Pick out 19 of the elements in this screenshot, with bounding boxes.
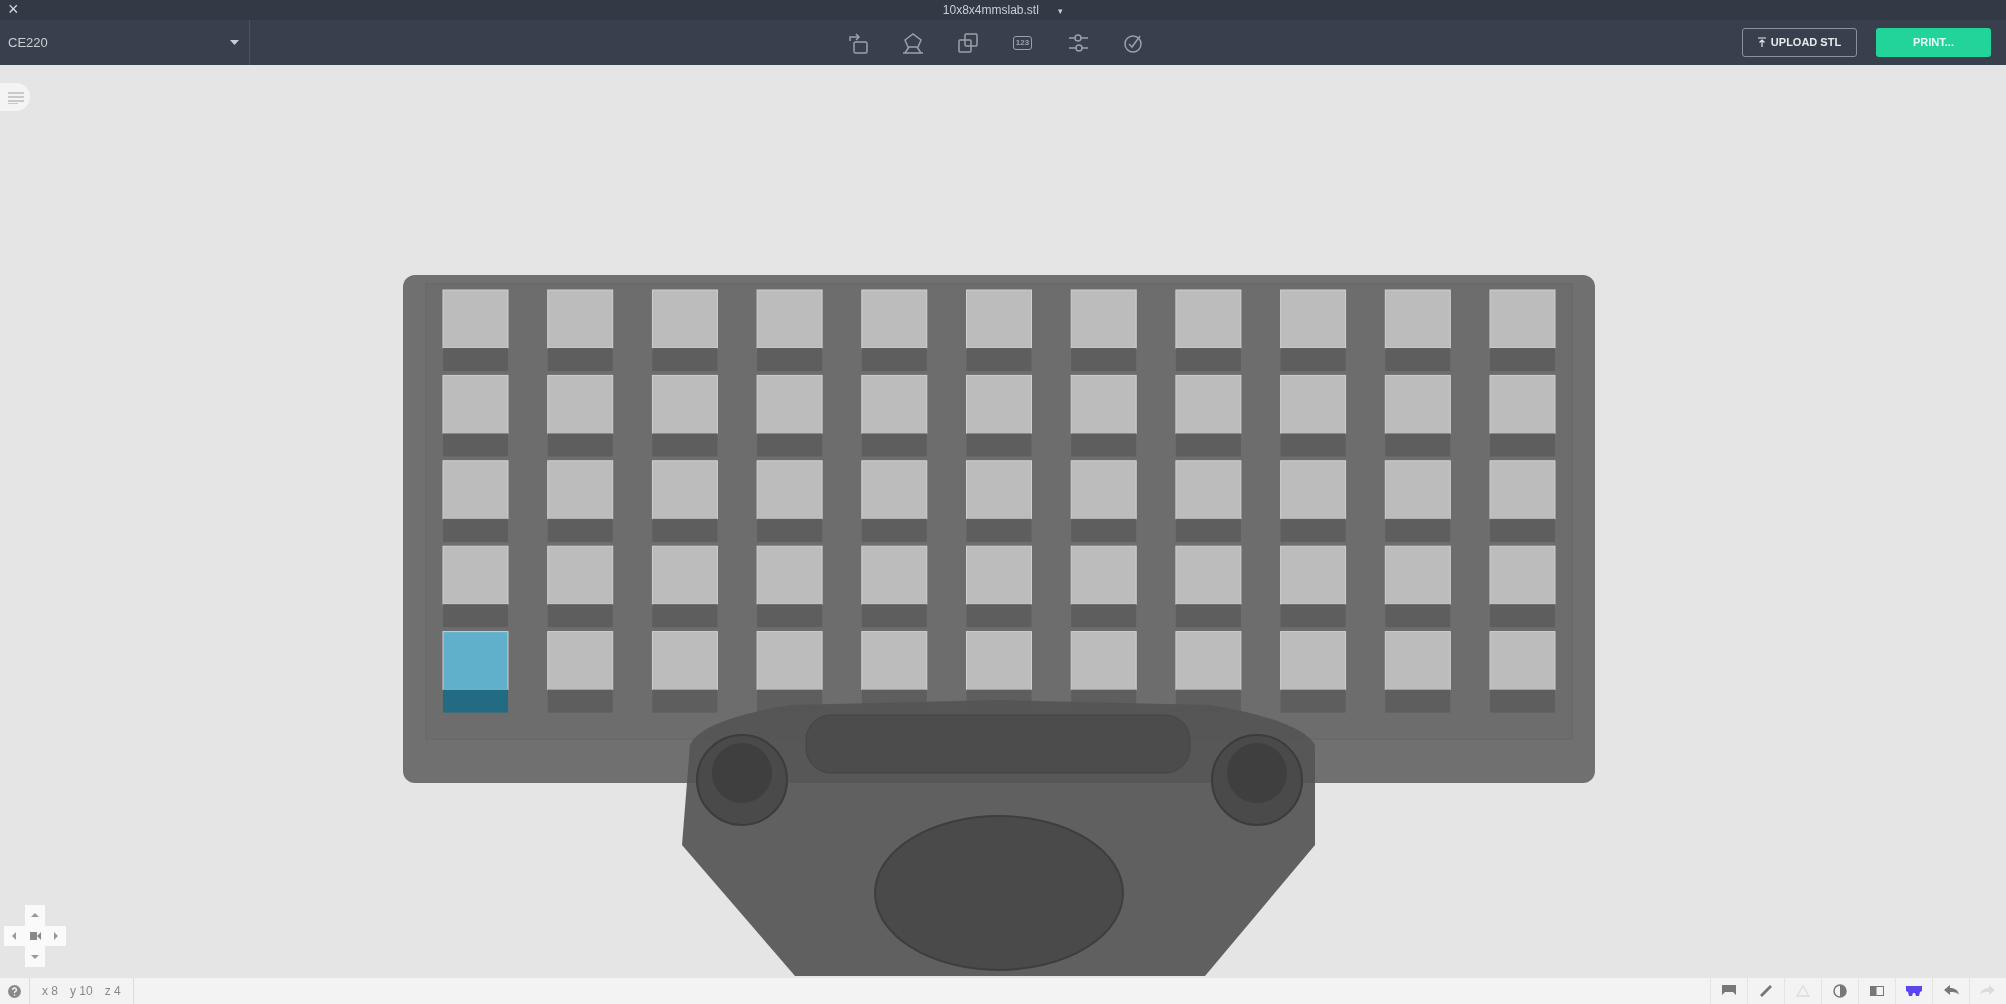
upload-icon [1757,37,1766,48]
coordinate-readout: z 4 [104,983,121,1000]
caret-icon [230,39,239,46]
title-menu-caret[interactable]: ▾ [1058,6,1064,16]
menu-toggle-button[interactable] [0,83,30,111]
place-on-face-button[interactable] [900,30,925,55]
file-title[interactable]: 10x8x4mmslab.stl [942,3,1039,17]
duplicate-button[interactable] [955,30,980,55]
upload-stl-button[interactable]: UPLOAD STL [1742,28,1857,57]
camera-navigation-pad[interactable] [4,905,66,967]
help-icon[interactable] [8,984,21,998]
contrast-icon [1831,982,1849,1000]
coordinate-readout: y 10 [70,983,93,1000]
close-button[interactable]: × [6,0,21,18]
duplicate-icon [955,30,980,55]
place-on-face-icon [900,30,925,55]
menu-icon [8,91,24,104]
coordinate-readout: x 8 [42,983,58,1000]
printer-name: CE220 [8,33,48,52]
